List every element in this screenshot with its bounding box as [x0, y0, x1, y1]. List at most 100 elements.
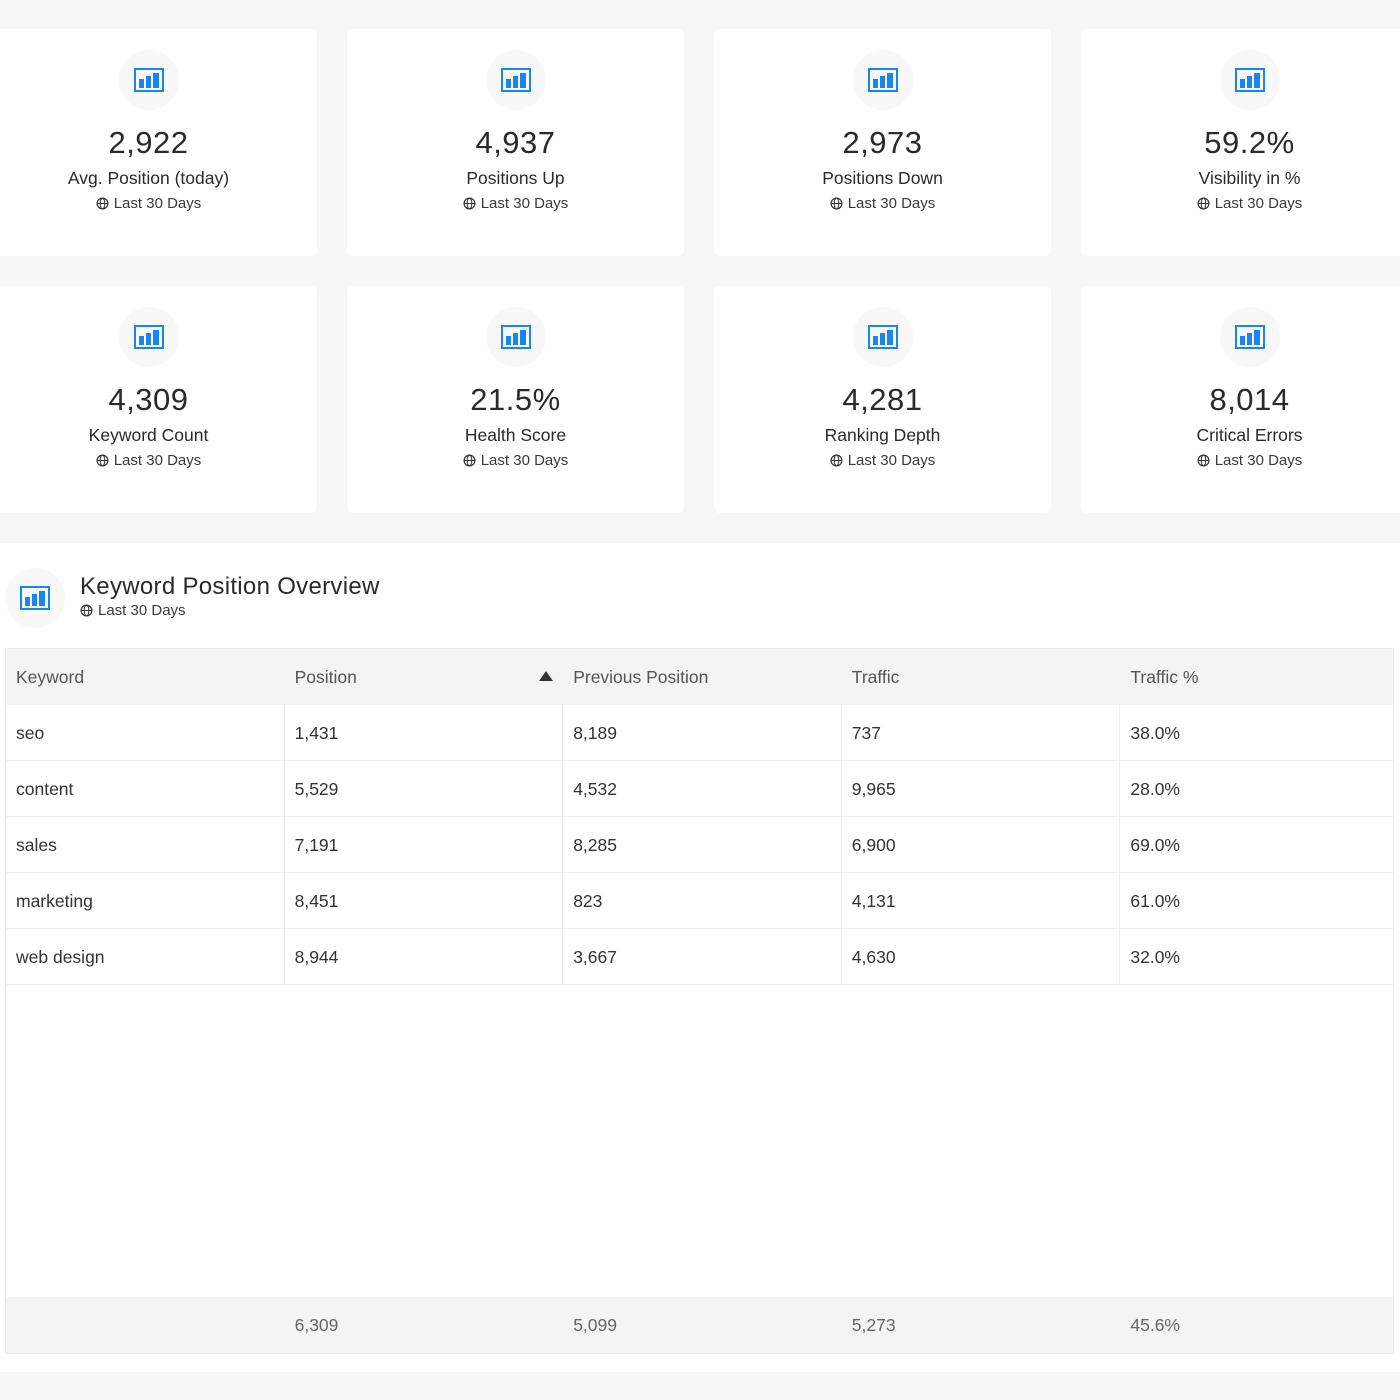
column-header-traffic[interactable]: Traffic [842, 649, 1121, 705]
bar-chart-icon [852, 50, 913, 110]
kpi-period-text: Last 30 Days [480, 195, 569, 212]
kpi-period-text: Last 30 Days [480, 452, 569, 469]
table-header: Keyword Position Previous Position Traff… [6, 649, 1393, 705]
footer-cell-traffic: 5,273 [851, 1315, 896, 1335]
globe-icon [463, 197, 476, 210]
kpi-value: 4,937 [475, 125, 556, 160]
bar-chart-icon [852, 307, 913, 367]
kpi-label: Positions Down [822, 168, 943, 188]
cell-previous-position: 8,189 [563, 705, 842, 761]
column-header-position-label: Position [294, 667, 357, 687]
kpi-label: Avg. Position (today) [67, 168, 230, 188]
bar-chart-icon [1219, 307, 1280, 367]
bar-chart-icon [118, 50, 179, 110]
globe-icon [463, 454, 476, 467]
kpi-value: 21.5% [470, 382, 561, 417]
globe-icon [96, 197, 109, 210]
footer-cell-keyword [6, 1297, 285, 1353]
kpi-period: Last 30 Days [0, 452, 317, 469]
cell-traffic: 4,630 [842, 929, 1121, 985]
globe-icon [1197, 197, 1210, 210]
cell-keyword: web design [6, 929, 285, 985]
cell-position: 7,191 [285, 817, 564, 873]
column-header-traffic-percent[interactable]: Traffic % [1120, 649, 1393, 705]
cell-position: 1,431 [285, 705, 564, 761]
table-row[interactable]: seo 1,431 8,189 737 38.0% [6, 705, 1393, 761]
kpi-period: Last 30 Days [1081, 452, 1400, 469]
cell-traffic-percent: 61.0% [1130, 891, 1180, 911]
table-footer: 6,309 5,099 5,273 45.6% [6, 1297, 1393, 1353]
kpi-period-text: Last 30 Days [113, 452, 202, 469]
panel-period-text: Last 30 Days [98, 602, 186, 619]
kpi-value: 4,309 [108, 382, 189, 417]
kpi-period: Last 30 Days [0, 195, 317, 212]
panel-period: Last 30 Days [80, 602, 186, 619]
panel-bar-chart-icon [5, 568, 65, 628]
globe-icon [96, 454, 109, 467]
globe-icon [830, 197, 843, 210]
sort-ascending-icon[interactable] [539, 671, 554, 681]
kpi-card: 4,937 Positions Up Last 30 Days [347, 29, 684, 256]
kpi-card: 21.5% Health Score Last 30 Days [347, 286, 684, 513]
globe-icon [1197, 454, 1210, 467]
kpi-period-text: Last 30 Days [1214, 195, 1303, 212]
table-row[interactable]: content 5,529 4,532 9,965 28.0% [6, 761, 1393, 817]
table-row[interactable]: sales 7,191 8,285 6,900 69.0% [6, 817, 1393, 873]
cell-traffic: 9,965 [842, 761, 1121, 817]
panel-title: Keyword Position Overview [80, 573, 380, 600]
bar-chart-icon [118, 307, 179, 367]
kpi-period: Last 30 Days [714, 452, 1051, 469]
kpi-value: 2,922 [108, 125, 189, 160]
kpi-period: Last 30 Days [347, 452, 684, 469]
footer-cell-traffic-percent: 45.6% [1130, 1315, 1180, 1335]
kpi-value: 8,014 [1209, 382, 1290, 417]
kpi-period-text: Last 30 Days [847, 452, 936, 469]
kpi-period: Last 30 Days [1081, 195, 1400, 212]
cell-position: 5,529 [285, 761, 564, 817]
cell-previous-position: 4,532 [563, 761, 842, 817]
footer-cell-position: 6,309 [294, 1315, 339, 1335]
kpi-label: Health Score [464, 425, 567, 445]
footer-cell-previous-position: 5,099 [573, 1315, 617, 1335]
kpi-label: Visibility in % [1198, 168, 1301, 188]
column-header-previous-position[interactable]: Previous Position [563, 649, 842, 705]
keyword-table: Keyword Position Previous Position Traff… [5, 648, 1394, 1354]
kpi-card: 4,309 Keyword Count Last 30 Days [0, 286, 317, 513]
table-row[interactable]: web design 8,944 3,667 4,630 32.0% [6, 929, 1393, 985]
cell-traffic-percent: 38.0% [1130, 723, 1180, 743]
cell-position: 8,451 [285, 873, 564, 929]
kpi-period-text: Last 30 Days [1214, 452, 1303, 469]
kpi-value: 59.2% [1204, 125, 1295, 160]
kpi-card: 2,973 Positions Down Last 30 Days [714, 29, 1051, 256]
kpi-label: Positions Up [466, 168, 565, 188]
cell-position: 8,944 [285, 929, 564, 985]
column-header-position[interactable]: Position [285, 649, 564, 705]
globe-icon [80, 604, 93, 617]
cell-traffic: 4,131 [842, 873, 1121, 929]
kpi-card: 4,281 Ranking Depth Last 30 Days [714, 286, 1051, 513]
kpi-card: 59.2% Visibility in % Last 30 Days [1081, 29, 1400, 256]
cell-previous-position: 823 [563, 873, 842, 929]
kpi-period: Last 30 Days [347, 195, 684, 212]
keyword-position-panel: Keyword Position Overview Last 30 Days K… [0, 543, 1400, 1372]
bar-chart-icon [485, 307, 546, 367]
kpi-label: Keyword Count [88, 425, 209, 445]
column-header-keyword[interactable]: Keyword [6, 649, 285, 705]
kpi-label: Critical Errors [1196, 425, 1303, 445]
cell-previous-position: 3,667 [563, 929, 842, 985]
cell-traffic: 737 [842, 705, 1121, 761]
kpi-value: 4,281 [842, 382, 923, 417]
table-row[interactable]: marketing 8,451 823 4,131 61.0% [6, 873, 1393, 929]
kpi-card: 8,014 Critical Errors Last 30 Days [1081, 286, 1400, 513]
bar-chart-icon [485, 50, 546, 110]
kpi-period-text: Last 30 Days [113, 195, 202, 212]
globe-icon [830, 454, 843, 467]
cell-traffic: 6,900 [842, 817, 1121, 873]
kpi-value: 2,973 [842, 125, 923, 160]
cell-keyword: content [6, 761, 285, 817]
kpi-label: Ranking Depth [824, 425, 941, 445]
kpi-period: Last 30 Days [714, 195, 1051, 212]
cell-traffic-percent: 28.0% [1130, 779, 1180, 799]
kpi-period-text: Last 30 Days [847, 195, 936, 212]
table-body: seo 1,431 8,189 737 38.0% content 5,529 4,532 9,… [6, 705, 1393, 985]
